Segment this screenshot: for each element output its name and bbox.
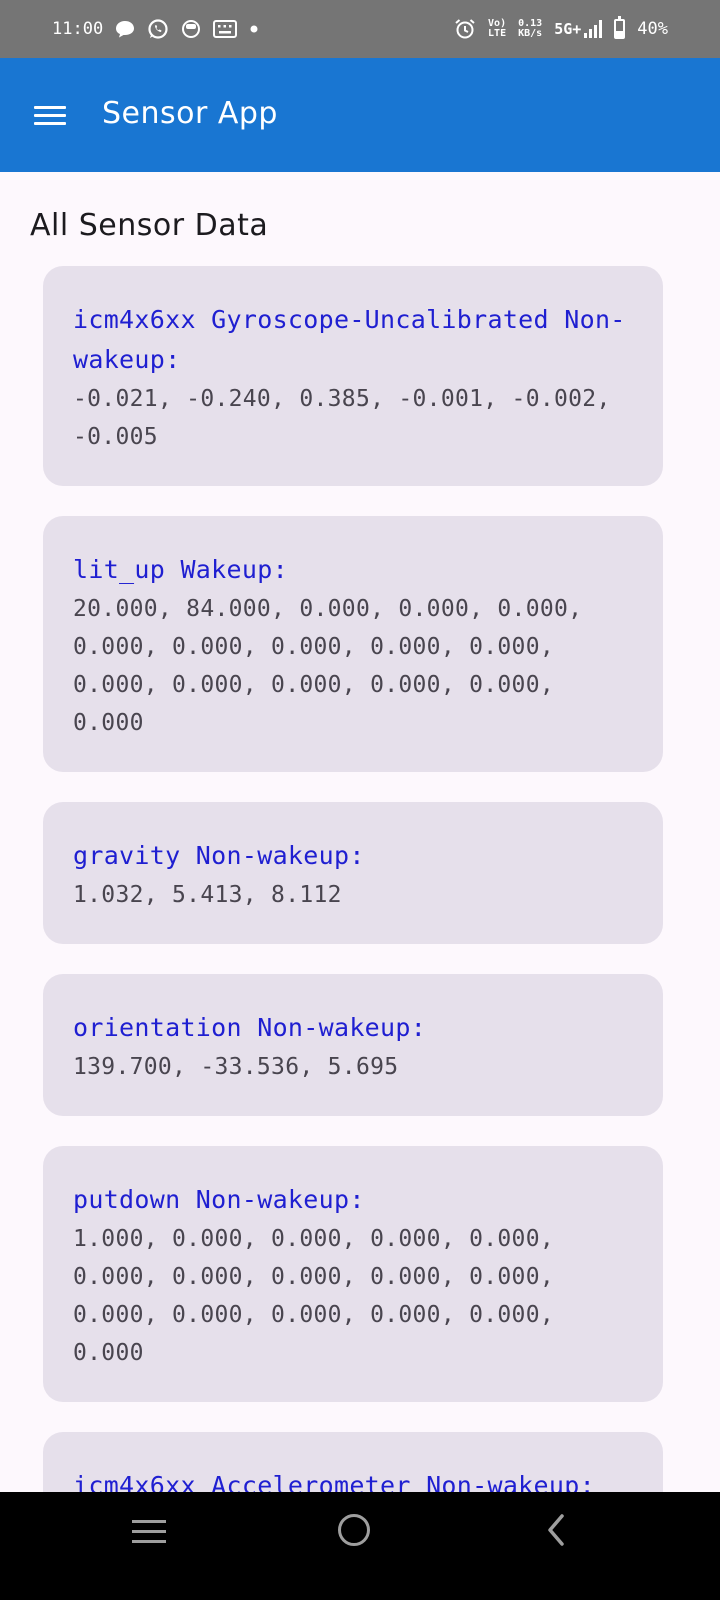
- status-right: Vo) LTE 0.13 KB/s 5G+ 40%: [454, 16, 668, 40]
- dot-icon: [249, 24, 259, 34]
- sensor-values: 1.000, 0.000, 0.000, 0.000, 0.000, 0.000…: [73, 1226, 555, 1366]
- sensor-name: gravity Non-wakeup:: [73, 841, 365, 870]
- sensor-card: lit_up Wakeup: 20.000, 84.000, 0.000, 0.0…: [43, 516, 663, 772]
- network-type-group: 5G+: [554, 20, 603, 38]
- battery-icon: [614, 16, 626, 39]
- sensor-list: icm4x6xx Gyroscope-Uncalibrated Non-wake…: [43, 266, 663, 1600]
- menu-icon[interactable]: [34, 106, 66, 126]
- sensor-name: lit_up Wakeup:: [73, 555, 288, 584]
- battery-fill: [616, 30, 624, 37]
- network-speed: 0.13 KB/s: [518, 18, 543, 39]
- sensor-card: orientation Non-wakeup: 139.700, -33.536,…: [43, 974, 663, 1116]
- back-icon[interactable]: [542, 1512, 572, 1548]
- sensor-name: orientation Non-wakeup:: [73, 1013, 427, 1042]
- sensor-card: putdown Non-wakeup: 1.000, 0.000, 0.000, …: [43, 1146, 663, 1402]
- sensor-name: putdown Non-wakeup:: [73, 1185, 365, 1214]
- sensor-card: gravity Non-wakeup: 1.032, 5.413, 8.112: [43, 802, 663, 944]
- home-icon[interactable]: [338, 1514, 370, 1546]
- sensor-values: -0.021, -0.240, 0.385, -0.001, -0.002, -…: [73, 386, 611, 450]
- network-type: 5G+: [554, 20, 582, 38]
- status-time: 11:00: [52, 19, 104, 39]
- volte-indicator: Vo) LTE: [488, 18, 507, 39]
- sensor-values: 139.700, -33.536, 5.695: [73, 1054, 399, 1080]
- sensor-values: 20.000, 84.000, 0.000, 0.000, 0.000, 0.0…: [73, 596, 583, 736]
- sensor-values: 1.032, 5.413, 8.112: [73, 882, 342, 908]
- nav-bar: [0, 1492, 720, 1600]
- app-bar: Sensor App: [0, 58, 720, 172]
- status-left: 11:00: [52, 18, 259, 40]
- status-bar: 11:00 Vo) LTE 0.13 KB/s 5G+ 40%: [0, 0, 720, 58]
- keyboard-icon: [213, 20, 238, 38]
- section-title: All Sensor Data: [30, 208, 269, 243]
- recents-icon[interactable]: [132, 1520, 166, 1546]
- sensor-name: icm4x6xx Gyroscope-Uncalibrated Non-wake…: [73, 305, 626, 374]
- battery-percent: 40%: [637, 19, 668, 39]
- chat-bubble-icon: [115, 19, 135, 39]
- app-title: Sensor App: [102, 96, 278, 131]
- alarm-icon: [454, 18, 476, 40]
- signal-icon: [584, 20, 603, 38]
- whatsapp-icon: [147, 18, 169, 40]
- app-icon: [181, 19, 201, 39]
- sensor-card: icm4x6xx Gyroscope-Uncalibrated Non-wake…: [43, 266, 663, 486]
